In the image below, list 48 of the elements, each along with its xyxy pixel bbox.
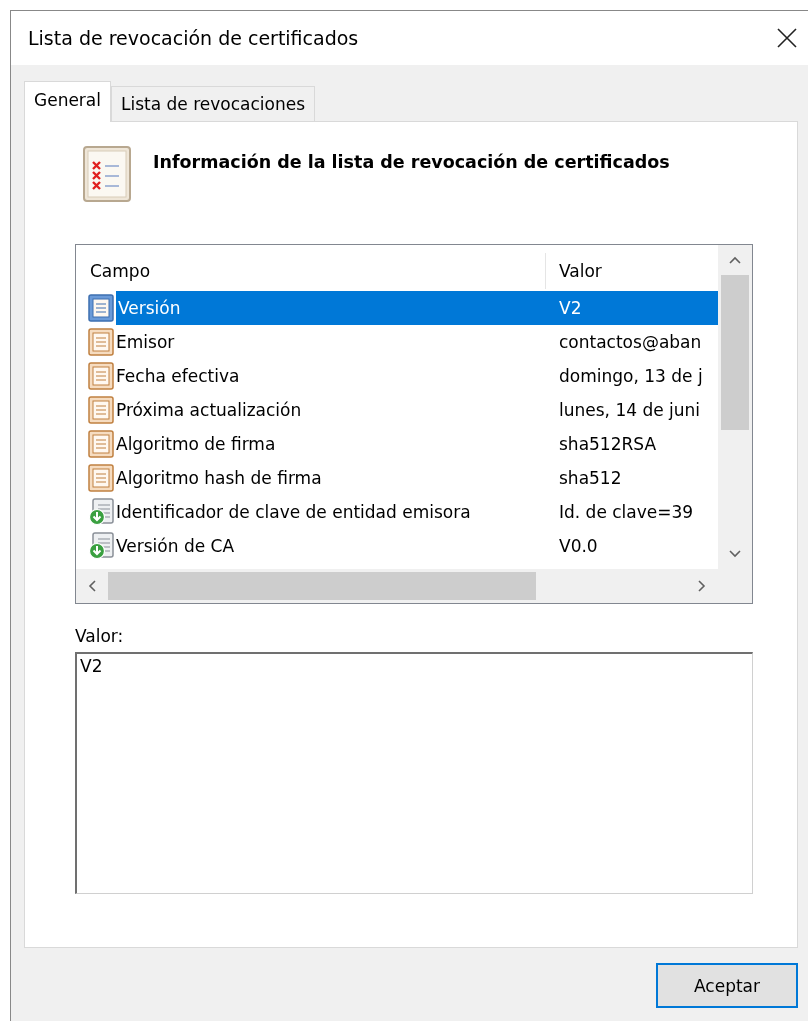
column-header[interactable]: Valor [546,253,718,289]
field-name: Próxima actualización [116,400,302,420]
list-row[interactable]: Emisor contactos@aban [76,325,718,359]
field-name: Versión de CA [116,536,235,556]
scroll-up-icon[interactable] [728,255,742,265]
field-name: Algoritmo hash de firma [116,468,322,488]
value-label: Valor: [75,626,125,646]
document-download-icon [88,532,114,560]
document-icon [88,362,114,390]
ok-button[interactable]: Aceptar [656,963,798,1008]
field-value: contactos@aban [558,331,703,354]
field-value: sha512 [558,467,623,490]
document-icon [88,396,114,424]
close-icon[interactable] [776,27,798,49]
document-icon [88,328,114,356]
list-row[interactable]: Versión de CA V0.0 [76,529,718,563]
field-name: Fecha efectiva [116,366,240,386]
field-name: Identificador de clave de entidad emisora [116,502,471,522]
tab[interactable]: Lista de revocaciones [111,86,316,121]
field-value: sha512RSA [558,433,658,456]
field-value: V2 [546,291,718,325]
field-name: Emisor [116,332,175,352]
document-icon [88,464,114,492]
column-header[interactable]: Campo [76,253,546,289]
vertical-scrollbar[interactable] [718,245,752,569]
heading: Información de la lista de revocación de certificados [153,152,670,172]
list-row[interactable]: Versión V2 [76,291,718,325]
list-row[interactable]: Algoritmo de firma sha512RSA [76,427,718,461]
certificate-list-icon [83,146,131,202]
document-icon [88,430,114,458]
scroll-left-icon[interactable] [87,579,97,593]
list-row[interactable]: Algoritmo hash de firma sha512 [76,461,718,495]
field-value: domingo, 13 de j [558,365,704,388]
field-value: V0.0 [558,535,599,558]
field-value: lunes, 14 de juni [558,399,702,422]
field-name: Algoritmo de firma [116,434,276,454]
document-icon [88,294,114,322]
list-row[interactable]: Próxima actualización lunes, 14 de juni [76,393,718,427]
field-value: Id. de clave=39 [558,501,695,524]
document-download-icon [88,498,114,526]
value-field[interactable]: V2 [75,652,753,894]
scroll-right-icon[interactable] [697,579,707,593]
window-title: Lista de revocación de certificados [28,27,359,49]
tab[interactable]: General [24,81,111,122]
field-name: Versión [116,291,546,325]
list-row[interactable]: Identificador de clave de entidad emisora Id. de clave=39 [76,495,718,529]
list-row[interactable]: Fecha efectiva domingo, 13 de j [76,359,718,393]
scroll-down-icon[interactable] [728,549,742,559]
